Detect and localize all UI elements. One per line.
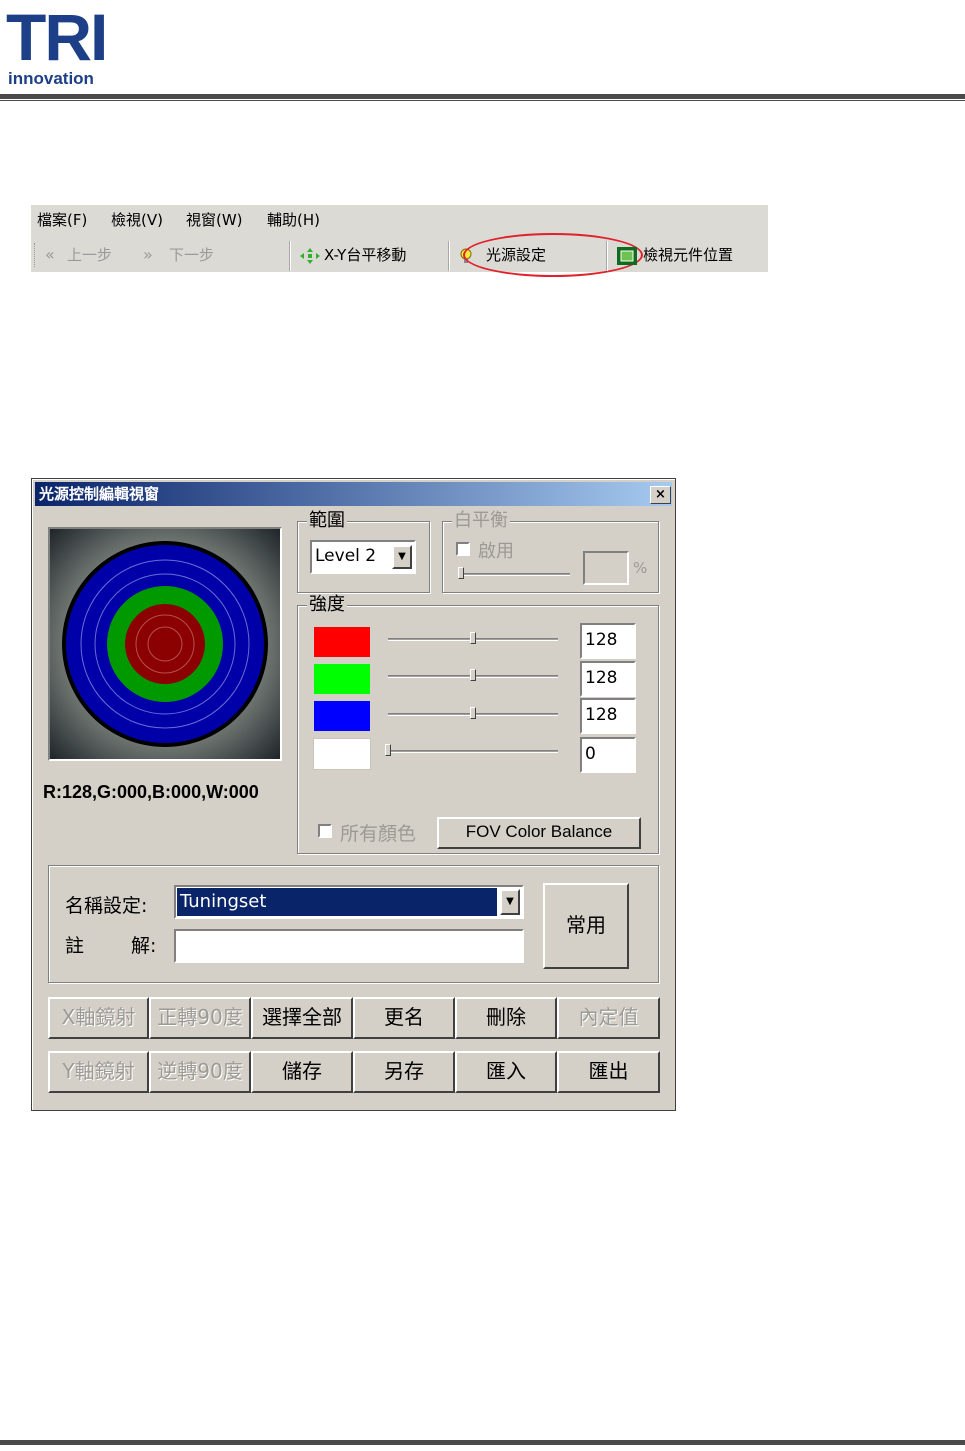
import-button[interactable]: 匯入 <box>455 1051 557 1093</box>
name-setting-select[interactable]: Tuningset ▼ <box>174 885 524 919</box>
move-arrows-icon <box>300 248 320 264</box>
back-button[interactable]: 上一步 <box>67 245 112 265</box>
save-button[interactable]: 儲存 <box>251 1051 353 1093</box>
menu-window[interactable]: 視窗(W) <box>186 210 243 230</box>
red-swatch <box>314 627 370 657</box>
chevron-down-icon[interactable]: ▼ <box>500 889 520 915</box>
menu-view[interactable]: 檢視(V) <box>111 210 163 230</box>
select-all-button[interactable]: 選擇全部 <box>251 997 353 1039</box>
toolbar-separator <box>606 241 608 271</box>
rotate-cw-90-button[interactable]: 正轉90度 <box>149 997 251 1039</box>
x-mirror-button[interactable]: X軸鏡射 <box>48 997 149 1039</box>
blue-slider-thumb[interactable] <box>470 707 476 719</box>
back-arrow-icon: « <box>45 245 55 264</box>
name-setting-label: 名稱設定: <box>65 895 148 917</box>
forward-button[interactable]: 下一步 <box>169 245 214 265</box>
green-swatch <box>314 664 370 694</box>
white-slider-thumb[interactable] <box>385 744 391 756</box>
rotate-ccw-90-button[interactable]: 逆轉90度 <box>149 1051 251 1093</box>
toolbar-separator <box>289 241 291 271</box>
logo-main-text: TRI <box>6 0 108 74</box>
save-as-button[interactable]: 另存 <box>353 1051 455 1093</box>
light-control-dialog: 光源控制編輯視窗 × R:128,G:000,B:000,W:000 範圍 Le… <box>31 478 676 1111</box>
white-slider-track[interactable] <box>388 750 558 753</box>
logo-sub-text: innovation <box>8 69 94 88</box>
forward-arrow-icon: » <box>143 245 153 264</box>
name-setting-value: Tuningset <box>177 888 497 916</box>
tri-logo: TRI innovation <box>6 4 118 88</box>
red-slider-thumb[interactable] <box>470 632 476 644</box>
y-mirror-button[interactable]: Y軸鏡射 <box>48 1051 149 1093</box>
comment-label-left: 註 <box>65 935 85 957</box>
export-button[interactable]: 匯出 <box>557 1051 660 1093</box>
red-value-input[interactable]: 128 <box>580 623 636 659</box>
fov-color-balance-button[interactable]: FOV Color Balance <box>437 817 641 849</box>
toolbar-grip[interactable] <box>34 243 38 267</box>
white-value-input[interactable]: 0 <box>580 737 636 773</box>
green-slider-thumb[interactable] <box>470 669 476 681</box>
view-component-button[interactable]: 檢視元件位置 <box>643 245 733 265</box>
header-divider <box>0 94 965 99</box>
header-divider-thin <box>0 100 965 101</box>
toolbar-separator <box>448 241 450 271</box>
menu-help[interactable]: 輔助(H) <box>267 210 320 230</box>
rename-button[interactable]: 更名 <box>353 997 455 1039</box>
component-chip-icon <box>617 247 637 265</box>
common-button[interactable]: 常用 <box>543 883 629 969</box>
all-colors-checkbox[interactable] <box>318 824 332 838</box>
blue-value-input[interactable]: 128 <box>580 698 636 734</box>
comment-label-right: 解: <box>131 935 157 957</box>
blue-swatch <box>314 701 370 731</box>
comment-input[interactable] <box>174 929 524 963</box>
green-value-input[interactable]: 128 <box>580 661 636 697</box>
white-swatch <box>313 738 371 770</box>
footer-divider <box>0 1440 965 1445</box>
menu-toolbar-capture: 檔案(F) 檢視(V) 視窗(W) 輔助(H) « 上一步 » 下一步 X-Y台… <box>31 205 768 277</box>
delete-button[interactable]: 刪除 <box>455 997 557 1039</box>
menu-file[interactable]: 檔案(F) <box>37 210 87 230</box>
xy-move-button[interactable]: X-Y台平移動 <box>324 245 406 265</box>
default-value-button[interactable]: 內定值 <box>557 997 660 1039</box>
all-colors-label: 所有顏色 <box>340 823 417 845</box>
